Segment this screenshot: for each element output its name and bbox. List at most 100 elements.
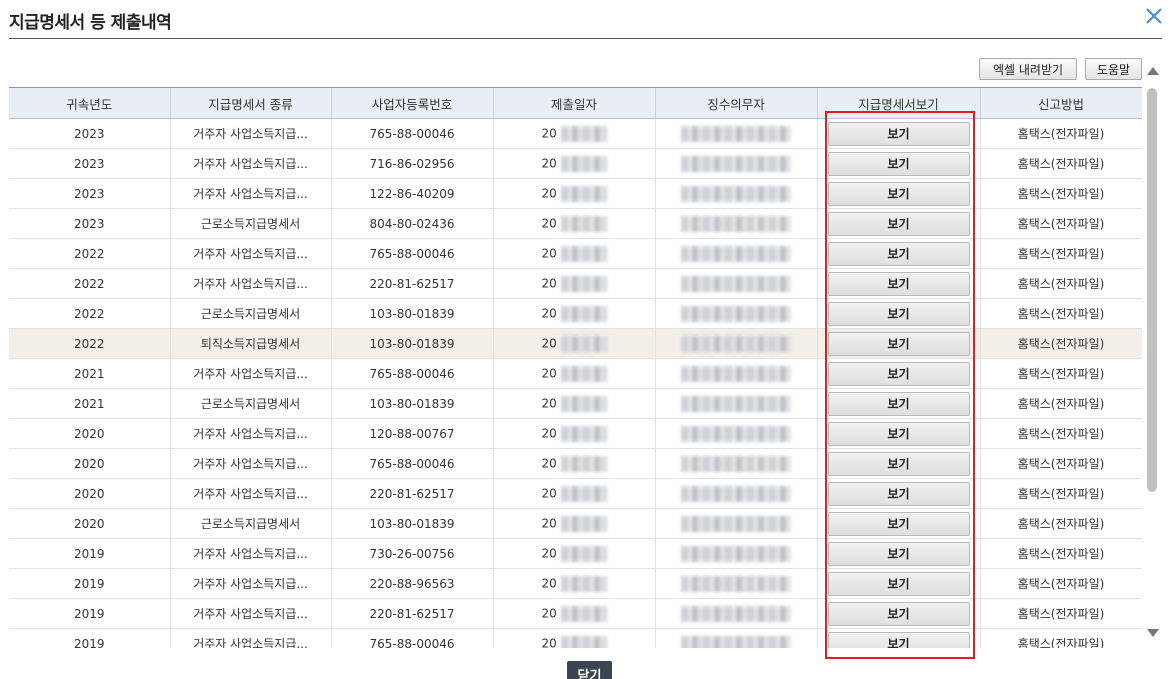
cell-year: 2022	[9, 298, 171, 329]
date-prefix: 20	[541, 306, 557, 320]
view-button[interactable]: 보기	[827, 511, 970, 536]
cell-method: 홈택스(전자파일)	[980, 478, 1142, 509]
table-row[interactable]: 2021 근로소득지급명세서 103-80-01839 20 보기 홈택스(전자파일)	[9, 388, 1142, 419]
table-row[interactable]: 2023 근로소득지급명세서 804-80-02436 20 보기 홈택스(전자파일)	[9, 208, 1142, 239]
table-row[interactable]: 2019 거주자 사업소득지급... 730-26-00756 20 보기 홈택스(전자파…	[9, 538, 1142, 569]
table-row[interactable]: 2020 근로소득지급명세서 103-80-01839 20 보기 홈택스(전자파일)	[9, 508, 1142, 539]
redacted-withholder	[681, 485, 791, 502]
view-button[interactable]: 보기	[827, 421, 970, 446]
excel-download-button[interactable]: 엑셀 내려받기	[979, 58, 1077, 80]
view-button[interactable]: 보기	[827, 211, 970, 236]
header-view[interactable]: 지급명세서보기	[817, 88, 981, 119]
help-button[interactable]: 도움말	[1085, 58, 1142, 80]
table-row[interactable]: 2019 거주자 사업소득지급... 220-81-62517 20 보기 홈택스(전자파…	[9, 598, 1142, 629]
view-button[interactable]: 보기	[827, 601, 970, 626]
header-withholder[interactable]: 징수의무자	[655, 88, 818, 119]
redacted-date	[560, 305, 607, 322]
view-button[interactable]: 보기	[827, 331, 970, 356]
view-button[interactable]: 보기	[827, 241, 970, 266]
date-prefix: 20	[541, 576, 557, 590]
cell-withholder	[655, 238, 818, 269]
table-row[interactable]: 2019 거주자 사업소득지급... 765-88-00046 20 보기 홈택스(전자파…	[9, 628, 1142, 648]
submission-history-dialog: 지급명세서 등 제출내역 엑셀 내려받기 도움말 귀속년도 지급명세서 종류 사…	[0, 0, 1171, 679]
cell-kind: 근로소득지급명세서	[170, 388, 332, 419]
cell-submit-date: 20	[493, 238, 656, 269]
table-row[interactable]: 2019 거주자 사업소득지급... 220-88-96563 20 보기 홈택스(전자파…	[9, 568, 1142, 599]
redacted-withholder	[681, 215, 791, 232]
cell-bizno: 765-88-00046	[331, 238, 494, 269]
redacted-withholder	[681, 125, 791, 142]
date-prefix: 20	[541, 636, 557, 648]
cell-withholder	[655, 118, 818, 149]
table-row[interactable]: 2022 근로소득지급명세서 103-80-01839 20 보기 홈택스(전자파일)	[9, 298, 1142, 329]
cell-method: 홈택스(전자파일)	[980, 268, 1142, 299]
redacted-withholder	[681, 305, 791, 322]
view-button[interactable]: 보기	[827, 631, 970, 648]
cell-view: 보기	[817, 568, 981, 599]
cell-year: 2023	[9, 148, 171, 179]
redacted-withholder	[681, 245, 791, 262]
scrollbar-thumb[interactable]	[1147, 88, 1157, 492]
cell-submit-date: 20	[493, 568, 656, 599]
view-button[interactable]: 보기	[827, 301, 970, 326]
close-dialog-button[interactable]: 닫기	[567, 661, 612, 679]
redacted-withholder	[681, 335, 791, 352]
table-row[interactable]: 2022 퇴직소득지급명세서 103-80-01839 20 보기 홈택스(전자파일)	[9, 328, 1142, 359]
cell-withholder	[655, 328, 818, 359]
cell-year: 2023	[9, 208, 171, 239]
cell-view: 보기	[817, 478, 981, 509]
date-prefix: 20	[541, 216, 557, 230]
table-row[interactable]: 2022 거주자 사업소득지급... 220-81-62517 20 보기 홈택스(전자파…	[9, 268, 1142, 299]
redacted-withholder	[681, 275, 791, 292]
view-button[interactable]: 보기	[827, 391, 970, 416]
header-submit-date[interactable]: 제출일자	[493, 88, 656, 119]
view-button[interactable]: 보기	[827, 121, 970, 146]
view-button[interactable]: 보기	[827, 451, 970, 476]
cell-kind: 근로소득지급명세서	[170, 508, 332, 539]
cell-method: 홈택스(전자파일)	[980, 328, 1142, 359]
table-row[interactable]: 2022 거주자 사업소득지급... 765-88-00046 20 보기 홈택스(전자파…	[9, 238, 1142, 269]
cell-view: 보기	[817, 178, 981, 209]
cell-bizno: 103-80-01839	[331, 508, 494, 539]
cell-withholder	[655, 508, 818, 539]
cell-method: 홈택스(전자파일)	[980, 178, 1142, 209]
header-year[interactable]: 귀속년도	[9, 88, 171, 119]
table-row[interactable]: 2020 거주자 사업소득지급... 220-81-62517 20 보기 홈택스(전자파…	[9, 478, 1142, 509]
date-prefix: 20	[541, 456, 557, 470]
header-kind[interactable]: 지급명세서 종류	[170, 88, 332, 119]
cell-year: 2023	[9, 118, 171, 149]
table-row[interactable]: 2021 거주자 사업소득지급... 765-88-00046 20 보기 홈택스(전자파…	[9, 358, 1142, 389]
table-row[interactable]: 2023 거주자 사업소득지급... 122-86-40209 20 보기 홈택스(전자파…	[9, 178, 1142, 209]
cell-method: 홈택스(전자파일)	[980, 238, 1142, 269]
redacted-date	[560, 365, 607, 382]
close-icon[interactable]	[1143, 5, 1165, 27]
cell-year: 2019	[9, 628, 171, 648]
cell-year: 2019	[9, 598, 171, 629]
scroll-down-icon[interactable]	[1147, 629, 1159, 637]
cell-submit-date: 20	[493, 448, 656, 479]
view-button[interactable]: 보기	[827, 181, 970, 206]
table-row[interactable]: 2020 거주자 사업소득지급... 120-88-00767 20 보기 홈택스(전자파…	[9, 418, 1142, 449]
table-row[interactable]: 2023 거주자 사업소득지급... 765-88-00046 20 보기 홈택스(전자파…	[9, 118, 1142, 149]
cell-view: 보기	[817, 298, 981, 329]
view-button[interactable]: 보기	[827, 151, 970, 176]
scroll-up-icon[interactable]	[1147, 67, 1159, 75]
redacted-date	[560, 545, 607, 562]
view-button[interactable]: 보기	[827, 271, 970, 296]
redacted-date	[560, 395, 607, 412]
table-row[interactable]: 2023 거주자 사업소득지급... 716-86-02956 20 보기 홈택스(전자파…	[9, 148, 1142, 179]
view-button[interactable]: 보기	[827, 571, 970, 596]
date-prefix: 20	[541, 156, 557, 170]
view-button[interactable]: 보기	[827, 361, 970, 386]
cell-method: 홈택스(전자파일)	[980, 148, 1142, 179]
view-button[interactable]: 보기	[827, 481, 970, 506]
date-prefix: 20	[541, 486, 557, 500]
cell-submit-date: 20	[493, 538, 656, 569]
cell-bizno: 120-88-00767	[331, 418, 494, 449]
view-button[interactable]: 보기	[827, 541, 970, 566]
header-bizno[interactable]: 사업자등록번호	[331, 88, 494, 119]
cell-kind: 거주자 사업소득지급...	[170, 148, 332, 179]
cell-kind: 거주자 사업소득지급...	[170, 628, 332, 648]
table-row[interactable]: 2020 거주자 사업소득지급... 765-88-00046 20 보기 홈택스(전자파…	[9, 448, 1142, 479]
header-method[interactable]: 신고방법	[980, 88, 1142, 119]
